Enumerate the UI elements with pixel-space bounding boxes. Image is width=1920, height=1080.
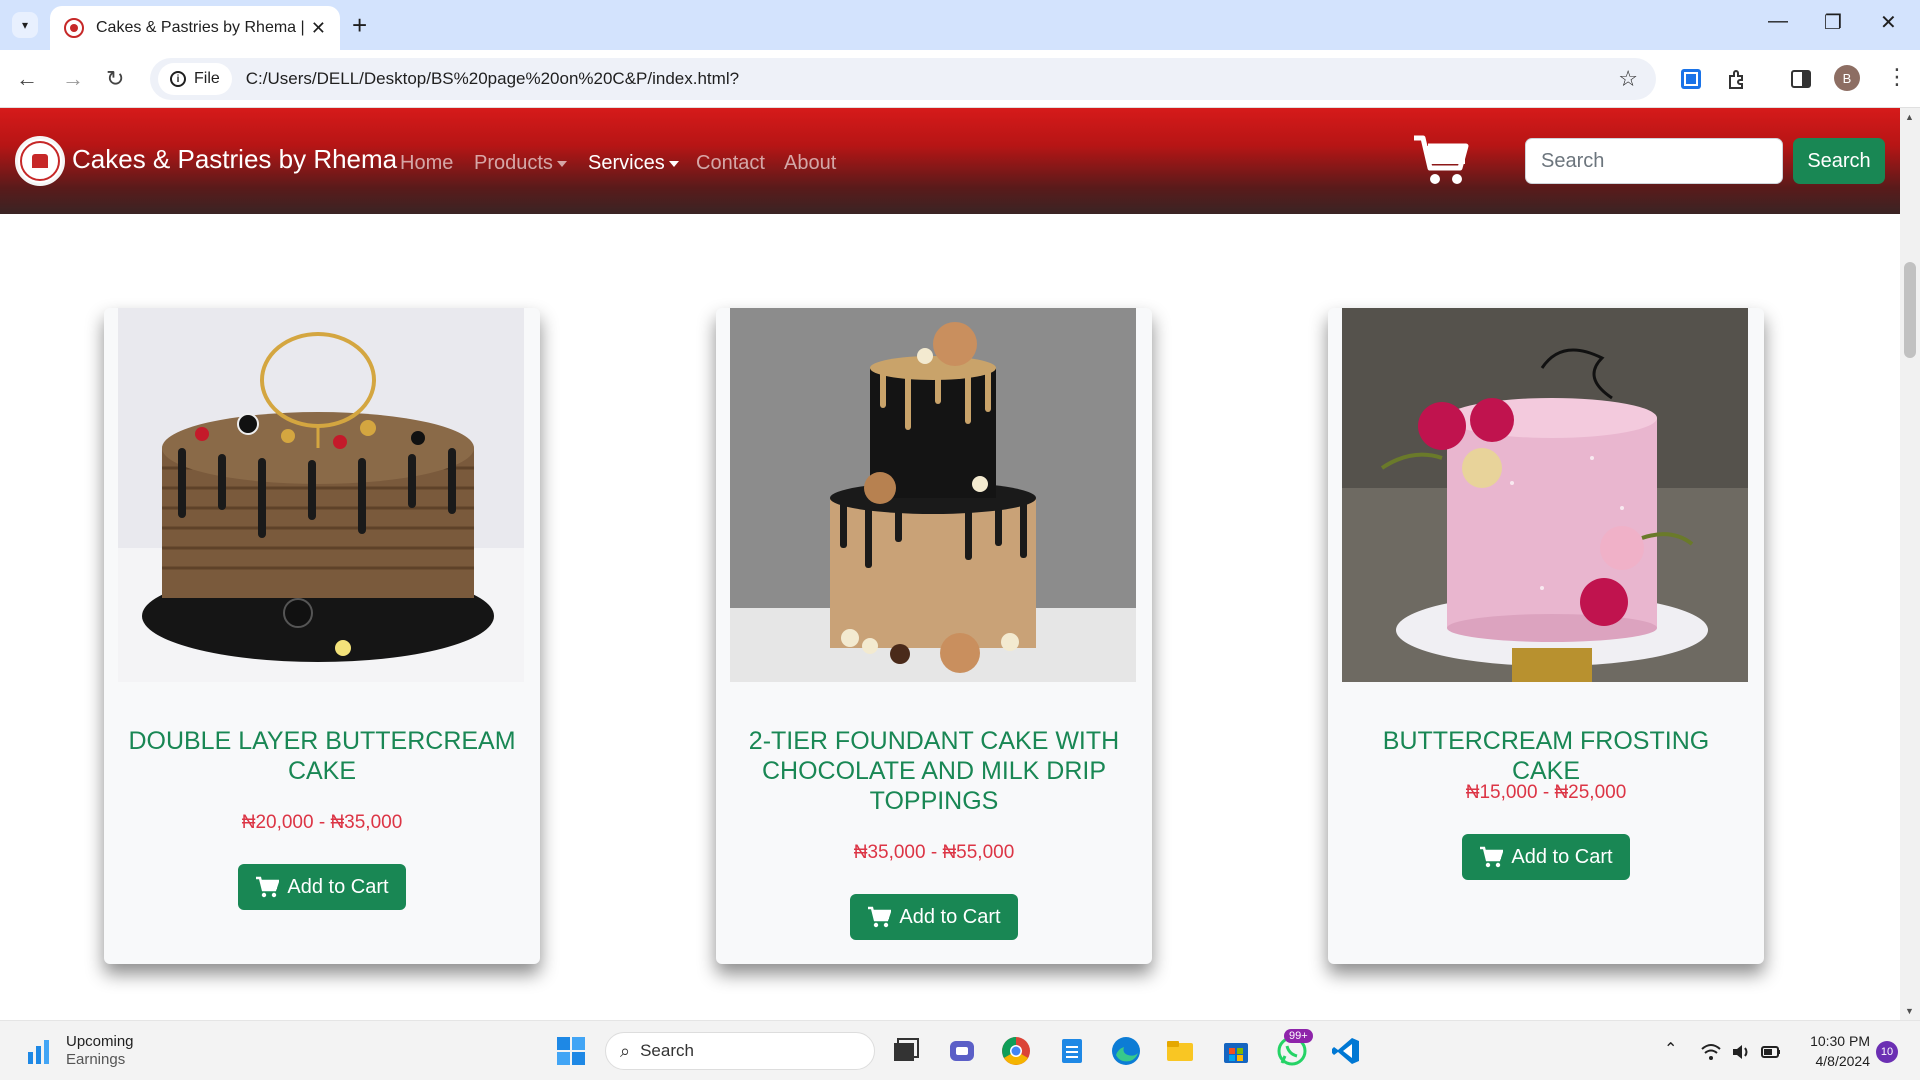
info-icon: i bbox=[170, 71, 186, 87]
clock-date: 4/8/2024 bbox=[1815, 1053, 1871, 1069]
microsoft-store-icon[interactable] bbox=[1220, 1035, 1252, 1067]
nav-services-label: Services bbox=[588, 152, 665, 174]
side-panel-icon[interactable] bbox=[1790, 68, 1812, 90]
nav-about[interactable]: About bbox=[784, 152, 836, 175]
clock-time: 10:30 PM bbox=[1810, 1033, 1870, 1049]
vscode-icon[interactable] bbox=[1330, 1035, 1362, 1067]
cart-icon bbox=[1480, 846, 1504, 868]
whatsapp-badge: 99+ bbox=[1284, 1029, 1313, 1043]
notepad-icon[interactable] bbox=[1056, 1035, 1088, 1067]
edge-icon[interactable] bbox=[1110, 1035, 1142, 1067]
add-to-cart-button[interactable]: Add to Cart bbox=[850, 894, 1018, 940]
address-bar[interactable]: i File C:/Users/DELL/Desktop/BS%20page%2… bbox=[150, 58, 1656, 100]
browser-menu-icon[interactable]: ⋮ bbox=[1886, 64, 1908, 90]
profile-avatar[interactable]: B bbox=[1834, 65, 1860, 91]
show-hidden-icons[interactable]: ⌃ bbox=[1664, 1039, 1677, 1059]
restore-button[interactable]: ❐ bbox=[1824, 10, 1842, 35]
widget-title: Upcoming bbox=[66, 1033, 134, 1050]
volume-icon[interactable] bbox=[1730, 1041, 1752, 1063]
chevron-down-icon bbox=[668, 160, 679, 167]
close-tab-icon[interactable]: ✕ bbox=[311, 18, 326, 39]
product-price: ₦15,000 - ₦25,000 bbox=[1465, 782, 1627, 803]
product-card: BUTTERCREAM FROSTING CAKE ₦15,000 - ₦25,… bbox=[1328, 308, 1764, 964]
product-image-foundant-cake[interactable] bbox=[730, 308, 1136, 682]
notification-count-badge[interactable]: 10 bbox=[1876, 1041, 1898, 1063]
product-title: 2-TIER FOUNDANT CAKE WITH CHOCOLATE AND … bbox=[748, 727, 1120, 815]
chevron-down-icon bbox=[556, 160, 567, 167]
site-search-input[interactable] bbox=[1525, 138, 1783, 184]
product-card: 2-TIER FOUNDANT CAKE WITH CHOCOLATE AND … bbox=[716, 308, 1152, 964]
forward-button[interactable]: → bbox=[62, 66, 84, 92]
windows-taskbar: Upcoming Earnings ⌕ Search 99+ ⌃ 10:30 P… bbox=[0, 1020, 1920, 1080]
add-to-cart-label: Add to Cart bbox=[899, 905, 1001, 928]
brand-logo[interactable] bbox=[15, 136, 65, 186]
task-view-icon[interactable] bbox=[890, 1035, 922, 1067]
search-icon: ⌕ bbox=[620, 1040, 631, 1061]
add-to-cart-button[interactable]: Add to Cart bbox=[1462, 834, 1630, 880]
system-clock[interactable]: 10:30 PM 4/8/2024 bbox=[1800, 1031, 1870, 1071]
scroll-thumb[interactable] bbox=[1904, 262, 1916, 358]
url-text[interactable]: C:/Users/DELL/Desktop/BS%20page%20on%20C… bbox=[246, 69, 739, 89]
nav-home[interactable]: Home bbox=[400, 152, 453, 175]
new-tab-button[interactable]: + bbox=[352, 10, 367, 41]
product-image-frosting-cake[interactable] bbox=[1342, 308, 1748, 682]
browser-toolbar: ← → ↻ i File C:/Users/DELL/Desktop/BS%20… bbox=[0, 50, 1920, 108]
product-card: DOUBLE LAYER BUTTERCREAM CAKE ₦20,000 - … bbox=[104, 308, 540, 964]
product-price: ₦35,000 - ₦55,000 bbox=[853, 842, 1015, 863]
battery-icon[interactable] bbox=[1760, 1041, 1782, 1063]
extension-translate-icon[interactable] bbox=[1680, 68, 1702, 90]
minimize-button[interactable]: — bbox=[1768, 10, 1788, 33]
active-tab[interactable]: Cakes & Pastries by Rhema | Gr ✕ bbox=[50, 6, 340, 50]
nav-products[interactable]: Products bbox=[474, 152, 567, 175]
web-page: Cakes & Pastries by Rhema Home Products … bbox=[0, 108, 1900, 1020]
product-image-buttercream-cake[interactable] bbox=[118, 308, 524, 682]
site-favicon-icon bbox=[64, 18, 84, 38]
site-info-chip[interactable]: i File bbox=[158, 63, 232, 95]
scroll-up-icon[interactable]: ▲ bbox=[1905, 112, 1914, 122]
close-window-button[interactable]: ✕ bbox=[1880, 10, 1897, 35]
reload-button[interactable]: ↻ bbox=[106, 66, 124, 92]
windows-start-icon[interactable] bbox=[555, 1035, 587, 1067]
browser-tab-bar: ▾ Cakes & Pastries by Rhema | Gr ✕ + — ❐… bbox=[0, 0, 1920, 50]
tab-title: Cakes & Pastries by Rhema | Gr bbox=[96, 19, 306, 36]
add-to-cart-label: Add to Cart bbox=[1511, 845, 1613, 868]
teams-chat-icon[interactable] bbox=[946, 1035, 978, 1067]
wifi-icon[interactable] bbox=[1700, 1041, 1722, 1063]
widget-subtitle: Earnings bbox=[66, 1051, 126, 1068]
cart-icon bbox=[256, 876, 280, 898]
nav-products-label: Products bbox=[474, 152, 553, 174]
taskbar-search-label: Search bbox=[640, 1041, 694, 1060]
cart-icon bbox=[868, 906, 892, 928]
nav-services[interactable]: Services bbox=[588, 152, 679, 175]
stocks-chart-icon bbox=[28, 1040, 49, 1064]
scroll-down-icon[interactable]: ▼ bbox=[1905, 1006, 1914, 1016]
extensions-puzzle-icon[interactable] bbox=[1726, 68, 1748, 90]
product-title: DOUBLE LAYER BUTTERCREAM CAKE bbox=[128, 727, 516, 785]
widgets-button[interactable]: Upcoming Earnings bbox=[26, 1033, 134, 1069]
taskbar-search[interactable]: ⌕ Search bbox=[605, 1032, 875, 1070]
tab-search-button[interactable]: ▾ bbox=[12, 12, 38, 38]
site-navbar: Cakes & Pastries by Rhema Home Products … bbox=[0, 108, 1900, 214]
nav-contact[interactable]: Contact bbox=[696, 152, 765, 175]
product-price: ₦20,000 - ₦35,000 bbox=[241, 812, 403, 833]
chrome-icon[interactable] bbox=[1000, 1035, 1032, 1067]
add-to-cart-label: Add to Cart bbox=[287, 875, 389, 898]
site-search-button[interactable]: Search bbox=[1793, 138, 1885, 184]
back-button[interactable]: ← bbox=[16, 66, 38, 92]
bookmark-star-icon[interactable]: ☆ bbox=[1618, 66, 1638, 92]
shopping-cart-icon[interactable] bbox=[1412, 134, 1470, 186]
file-chip-label: File bbox=[194, 70, 220, 87]
brand-name[interactable]: Cakes & Pastries by Rhema bbox=[72, 144, 397, 175]
add-to-cart-button[interactable]: Add to Cart bbox=[238, 864, 406, 910]
page-scrollbar[interactable]: ▲ ▼ bbox=[1900, 108, 1920, 1020]
file-explorer-icon[interactable] bbox=[1164, 1035, 1196, 1067]
product-title: BUTTERCREAM FROSTING CAKE bbox=[1382, 727, 1710, 785]
